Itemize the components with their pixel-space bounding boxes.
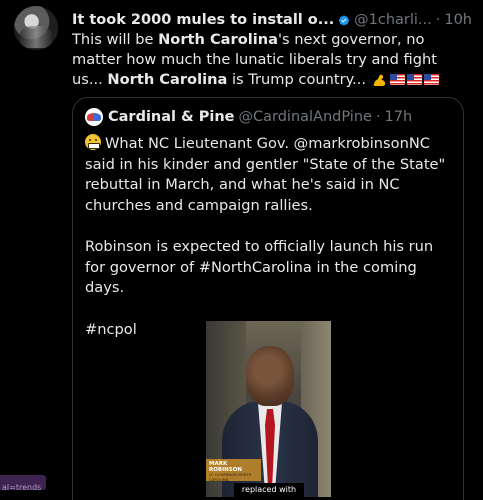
grimacing-face-emoji <box>85 134 101 150</box>
quoted-display-name[interactable]: Cardinal & Pine <box>108 109 235 125</box>
separator-dot: · <box>375 109 381 125</box>
more-options-icon[interactable]: ··· <box>447 8 465 27</box>
quoted-tweet[interactable]: Cardinal & Pine @CardinalAndPine · 17h W… <box>72 97 464 500</box>
text-segment: is Trump country... <box>227 71 371 88</box>
video-person-head <box>246 346 294 406</box>
quoted-timestamp[interactable]: 17h <box>385 109 413 125</box>
side-tab[interactable]: al=trends <box>0 475 46 492</box>
tweet-text: This will be North Carolina's next gover… <box>72 30 467 90</box>
video-lower-third: MARK ROBINSON LT. GOVERNOR NORTH CAROLIN… <box>206 459 261 481</box>
flexed-biceps-emoji <box>373 74 385 87</box>
text-segment: This will be <box>72 31 159 48</box>
handle[interactable]: @1charli... <box>354 12 432 28</box>
paragraph-text: What NC Lieutenant Gov. @markrobinsonNC … <box>85 135 446 214</box>
quoted-handle[interactable]: @CardinalAndPine <box>239 109 372 125</box>
bold-segment: North Carolina <box>158 31 279 48</box>
quoted-tweet-header: Cardinal & Pine @CardinalAndPine · 17h <box>85 108 412 126</box>
quoted-avatar[interactable] <box>85 108 103 126</box>
quoted-paragraph-2: Robinson is expected to officially launc… <box>85 238 434 296</box>
quoted-paragraph-1: What NC Lieutenant Gov. @markrobinsonNC … <box>85 134 455 216</box>
bold-segment: North Carolina <box>107 71 228 88</box>
display-name[interactable]: It took 2000 mules to install o... <box>72 12 334 28</box>
verified-badge-icon <box>339 14 350 26</box>
separator-dot: · <box>435 12 441 28</box>
us-flag-emoji <box>389 74 405 85</box>
tweet-header: It took 2000 mules to install o... @1cha… <box>72 10 472 30</box>
video-caption: replaced with <box>234 483 304 497</box>
avatar[interactable] <box>14 6 58 50</box>
tweet[interactable]: It took 2000 mules to install o... @1cha… <box>0 0 483 500</box>
us-flag-emoji <box>423 74 439 85</box>
us-flag-emoji <box>406 74 422 85</box>
side-tab-label: al=trends <box>2 483 42 492</box>
video-thumbnail[interactable]: MARK ROBINSON LT. GOVERNOR NORTH CAROLIN… <box>206 321 331 497</box>
lower-third-subtitle: LT. GOVERNOR NORTH CAROLINA <box>209 472 252 482</box>
